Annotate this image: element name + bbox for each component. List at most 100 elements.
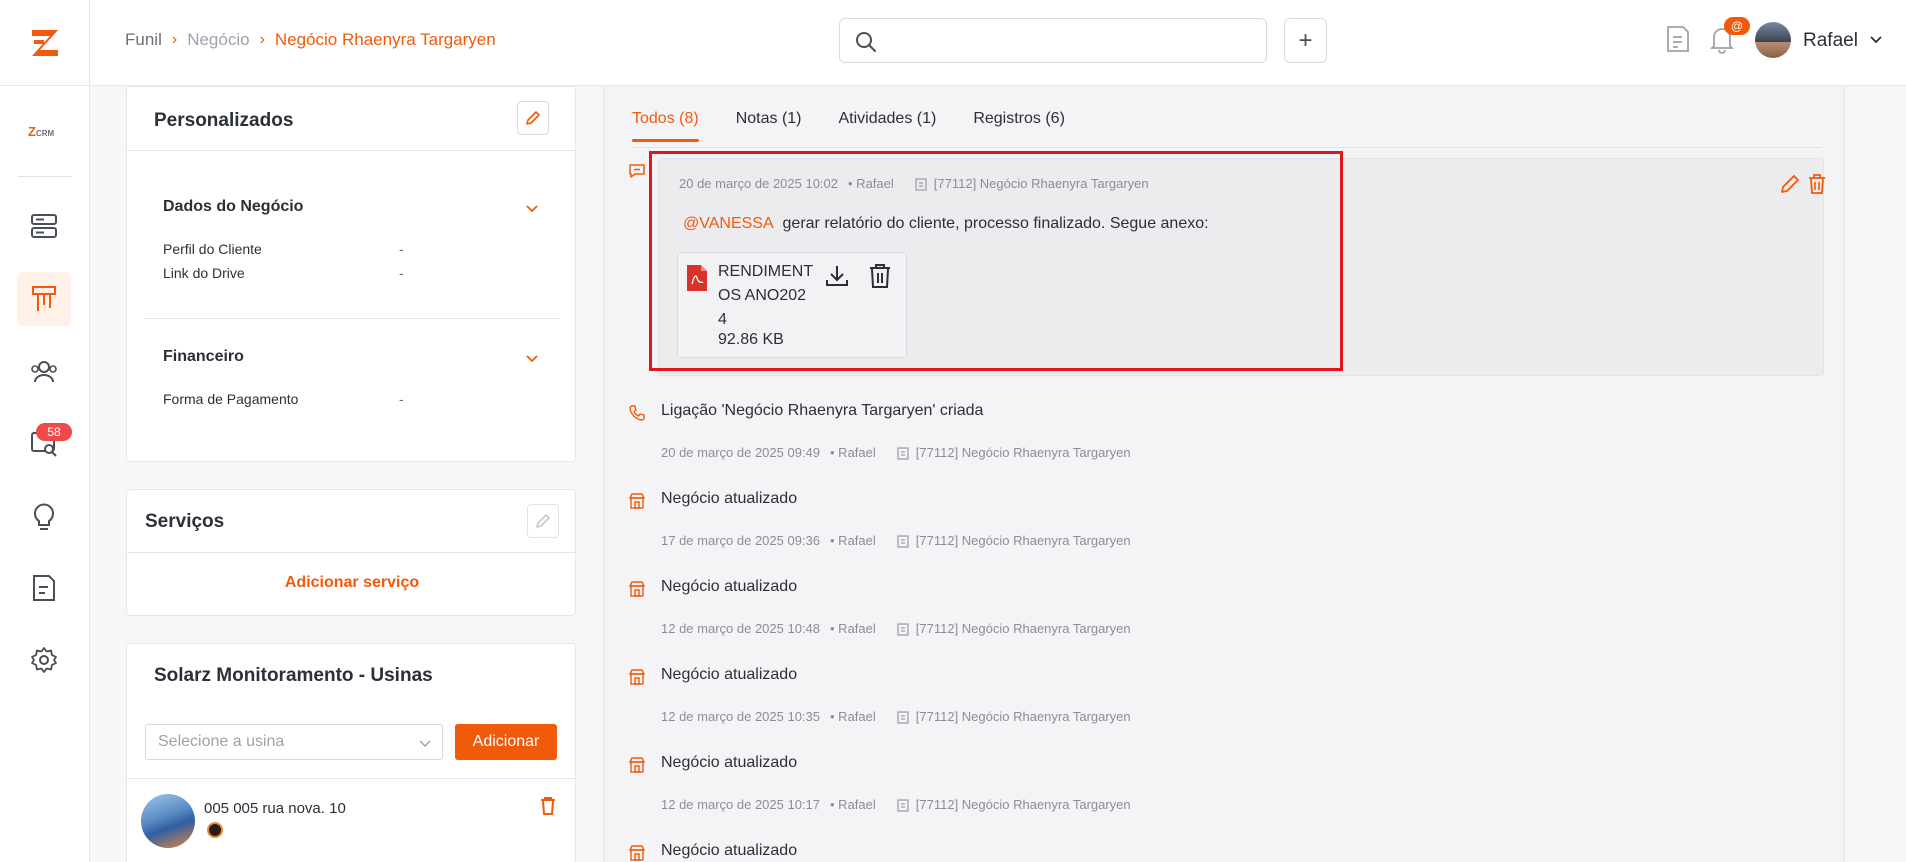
breadcrumb-negocio[interactable]: Negócio	[187, 30, 249, 50]
timeline-title: Negócio atualizado	[661, 490, 798, 507]
trash-icon[interactable]	[539, 796, 557, 816]
chevron-down-icon[interactable]	[524, 201, 540, 217]
field-label-perfil: Perfil do Cliente	[163, 241, 262, 257]
user-name[interactable]: Rafael	[1803, 30, 1858, 52]
funnel-board-icon	[32, 286, 56, 311]
pencil-icon[interactable]	[1779, 173, 1801, 195]
breadcrumb: Funil › Negócio › Negócio Rhaenyra Targa…	[125, 30, 496, 50]
gear-icon	[31, 647, 57, 673]
building-icon	[628, 493, 646, 509]
field-value-drive: -	[399, 265, 404, 281]
field-label-pagamento: Forma de Pagamento	[163, 391, 299, 407]
tab-notas[interactable]: Notas (1)	[736, 110, 802, 142]
crm-logo[interactable]: ZCRM	[28, 124, 54, 139]
building-icon	[897, 798, 909, 812]
divider	[127, 778, 577, 779]
sidebar-item-notes[interactable]	[17, 561, 71, 615]
divider	[127, 150, 577, 151]
building-icon	[628, 669, 646, 685]
timeline-author: • Rafael	[830, 445, 876, 460]
timeline-meta: 12 de março de 2025 10:35 • Rafael [7711…	[661, 709, 1131, 724]
field-value-perfil: -	[399, 241, 404, 257]
timeline-meta: 12 de março de 2025 10:48 • Rafael [7711…	[661, 621, 1131, 636]
sidebar-item-contacts[interactable]	[17, 344, 71, 398]
usina-select-placeholder: Selecione a usina	[158, 733, 285, 750]
timeline-deal[interactable]: [77112] Negócio Rhaenyra Targaryen	[916, 445, 1131, 460]
zcrm-logo-icon	[31, 30, 58, 56]
tab-atividades[interactable]: Atividades (1)	[839, 110, 937, 142]
field-label-drive: Link do Drive	[163, 265, 245, 281]
timeline-author: • Rafael	[830, 709, 876, 724]
monitor-badge: 58	[36, 423, 72, 441]
timeline-deal[interactable]: [77112] Negócio Rhaenyra Targaryen	[916, 797, 1131, 812]
edit-personalizados-button[interactable]	[517, 101, 549, 135]
personalizados-title: Personalizados	[154, 110, 294, 131]
timeline-title: Negócio atualizado	[661, 754, 798, 771]
add-usina-button[interactable]: Adicionar	[455, 724, 557, 760]
app-logo[interactable]	[0, 0, 90, 86]
chevron-down-icon[interactable]	[524, 351, 540, 367]
timeline-author: • Rafael	[830, 621, 876, 636]
field-value-pagamento: -	[399, 391, 404, 407]
add-note-icon[interactable]	[1665, 24, 1691, 54]
building-icon	[628, 845, 646, 861]
usina-brand-icon	[207, 822, 223, 838]
divider	[127, 552, 577, 553]
notification-badge: @	[1724, 17, 1750, 35]
timeline-meta: 17 de março de 2025 09:36 • Rafael [7711…	[661, 533, 1131, 548]
monitoramento-title: Solarz Monitoramento - Usinas	[154, 665, 433, 686]
timeline-title: Negócio atualizado	[661, 578, 798, 595]
edit-servicos-button[interactable]	[527, 504, 559, 538]
breadcrumb-current: Negócio Rhaenyra Targaryen	[274, 30, 496, 49]
section-financeiro[interactable]: Financeiro	[163, 348, 244, 366]
crm-logo-small: CRM	[35, 129, 55, 138]
phone-icon	[629, 405, 645, 421]
add-button[interactable]: +	[1284, 18, 1327, 63]
timeline-title: Negócio atualizado	[661, 666, 798, 683]
section-dados-negocio[interactable]: Dados do Negócio	[163, 198, 303, 216]
notes-icon	[33, 575, 55, 601]
top-header: Funil › Negócio › Negócio Rhaenyra Targa…	[0, 0, 1906, 86]
building-icon	[897, 710, 909, 724]
servicos-title: Serviços	[145, 511, 225, 532]
usina-select[interactable]: Selecione a usina	[145, 724, 443, 760]
monitoramento-card: Solarz Monitoramento - Usinas Selecione …	[126, 643, 577, 862]
tab-todos[interactable]: Todos (8)	[632, 110, 699, 142]
breadcrumb-separator-icon: ›	[259, 31, 265, 48]
building-icon	[628, 757, 646, 773]
personalizados-card: Personalizados Dados do Negócio Perfil d…	[126, 86, 577, 462]
timeline-title: Negócio atualizado	[661, 842, 798, 859]
timeline-deal[interactable]: [77112] Negócio Rhaenyra Targaryen	[916, 621, 1131, 636]
avatar[interactable]	[1755, 22, 1791, 58]
timeline-date: 12 de março de 2025 10:35	[661, 709, 821, 724]
sidebar: ZCRM 58	[0, 86, 90, 862]
timeline-date: 20 de março de 2025 09:49	[661, 445, 821, 460]
search-input[interactable]	[839, 18, 1267, 63]
add-service-link[interactable]: Adicionar serviço	[127, 574, 577, 592]
building-icon	[897, 446, 909, 460]
breadcrumb-separator-icon: ›	[171, 31, 178, 48]
tab-registros[interactable]: Registros (6)	[973, 110, 1065, 142]
users-group-icon	[31, 361, 57, 383]
timeline-date: 17 de março de 2025 09:36	[661, 533, 821, 548]
timeline-deal[interactable]: [77112] Negócio Rhaenyra Targaryen	[916, 709, 1131, 724]
tabs-divider	[632, 147, 1822, 148]
activity-tabs: Todos (8) Notas (1) Atividades (1) Regis…	[632, 110, 1102, 142]
comment-icon	[629, 164, 645, 178]
sidebar-item-ideas[interactable]	[17, 489, 71, 543]
chevron-down-icon[interactable]	[1868, 32, 1884, 48]
timeline-deal[interactable]: [77112] Negócio Rhaenyra Targaryen	[916, 533, 1131, 548]
sidebar-item-funnel[interactable]	[17, 272, 71, 326]
lightbulb-icon	[34, 503, 54, 530]
trash-icon[interactable]	[1807, 173, 1827, 195]
servicos-card: Serviços Adicionar serviço	[126, 489, 577, 616]
pencil-icon	[526, 111, 540, 125]
usina-name: 005 005 rua nova. 10	[204, 800, 346, 817]
timeline-date: 12 de março de 2025 10:48	[661, 621, 821, 636]
breadcrumb-funil[interactable]: Funil	[125, 30, 162, 50]
crm-logo-letter: Z	[28, 124, 36, 139]
sidebar-item-servers[interactable]	[17, 199, 71, 253]
pencil-icon	[536, 514, 550, 528]
sidebar-item-settings[interactable]	[17, 633, 71, 687]
timeline-title: Ligação 'Negócio Rhaenyra Targaryen' cri…	[661, 402, 984, 419]
